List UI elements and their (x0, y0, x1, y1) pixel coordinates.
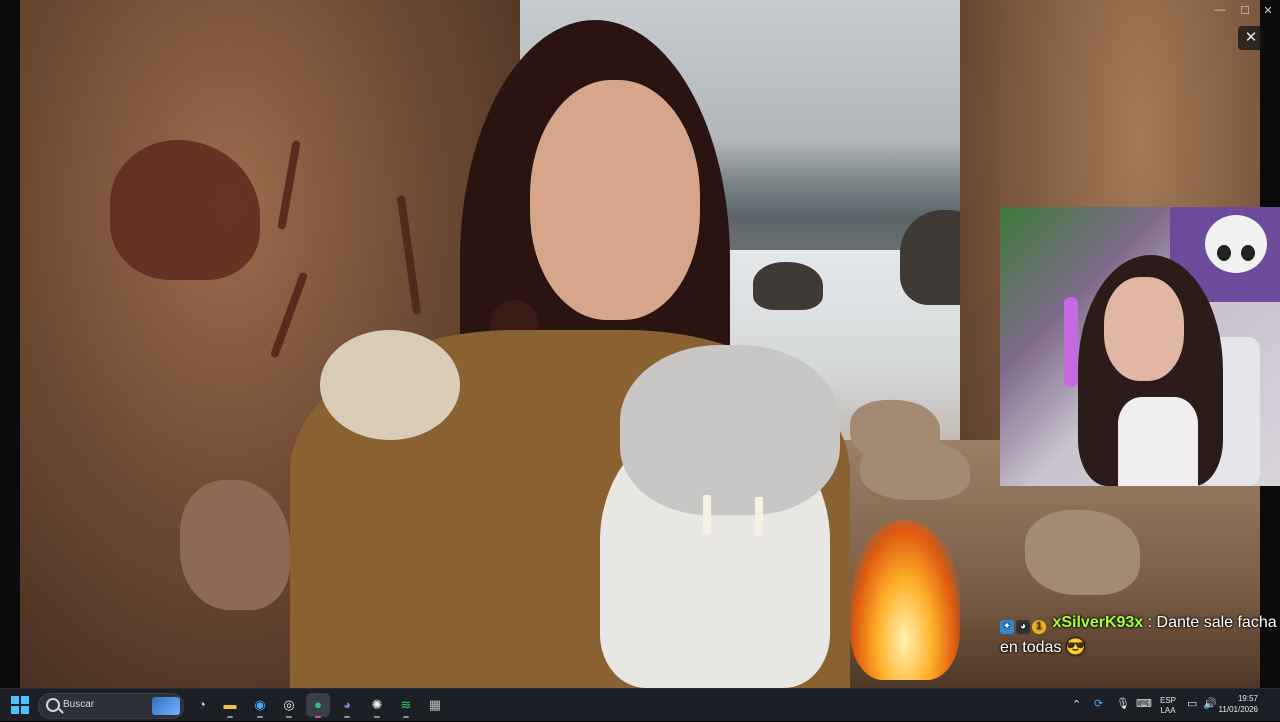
chrome-icon: ◉ (254, 697, 266, 712)
rock (1025, 510, 1140, 595)
sync-icon[interactable]: ⟳ (1094, 697, 1103, 710)
settings-icon: ✺ (371, 697, 383, 712)
sub-badge-icon: 1 (1032, 620, 1046, 634)
chat-message: ✦ ◕ 1 xSilverK93x : Dante sale facha en to… (1000, 610, 1280, 660)
file-explorer-button[interactable]: ▬ (218, 693, 242, 718)
microphone-icon[interactable]: 🎙 (1116, 697, 1130, 710)
streamer-top (1118, 397, 1198, 486)
app-button[interactable]: ▦ (423, 693, 447, 717)
kitten-fang-right (755, 497, 763, 537)
window-close-button[interactable]: ✕ (1258, 4, 1278, 17)
streamlabs-button[interactable]: ● (306, 693, 330, 718)
led-light (1064, 297, 1078, 387)
maximize-button[interactable]: ☐ (1235, 4, 1255, 17)
volume-icon[interactable]: 🔊 (1203, 697, 1217, 710)
sunglasses-emote-icon: 😎 (1065, 639, 1086, 656)
obs-icon: ◎ (283, 697, 295, 712)
spotify-button[interactable]: ≋ (394, 693, 418, 718)
image-viewer-window: — ☐ ✕ ✕ ✦ ◕ 1 xSilverK93x : Dante sale fac… (0, 0, 1280, 688)
keyboard-icon[interactable]: ⌨ (1136, 697, 1152, 710)
language-indicator[interactable]: ESP LAA (1160, 696, 1176, 716)
search-icon (46, 698, 60, 712)
spotify-icon: ≋ (400, 697, 412, 712)
fur-shoulder (320, 330, 460, 440)
close-viewer-button[interactable]: ✕ (1238, 26, 1264, 50)
discord-button[interactable]: ◕ (335, 693, 359, 718)
network-icon[interactable]: ▭ (1187, 697, 1197, 710)
clock-time: 19:57 (1237, 694, 1258, 703)
widgets-button[interactable]: ◔ (190, 693, 214, 717)
obs-button[interactable]: ◎ (277, 693, 301, 718)
partner-badge-icon: ✦ (1000, 620, 1014, 634)
keyboard-layout: LAA (1160, 706, 1176, 715)
language-code: ESP (1160, 696, 1177, 705)
campfire (850, 520, 960, 680)
settings-button[interactable]: ✺ (365, 693, 389, 718)
app-icon: ▦ (428, 697, 442, 712)
streamlabs-icon: ● (314, 697, 322, 712)
taskbar-search[interactable]: Buscar (38, 693, 184, 719)
kitten-fang-left (703, 495, 711, 535)
chrome-button[interactable]: ◉ (248, 693, 272, 718)
windows-logo-icon (11, 696, 29, 714)
start-button[interactable] (8, 693, 32, 717)
search-highlight-image (152, 697, 180, 715)
discord-icon: ◕ (343, 697, 351, 712)
sabertooth-kitten-head (620, 345, 840, 515)
cat-badge-icon: ◕ (1016, 620, 1030, 634)
woman-face (530, 80, 700, 320)
streamer-face (1104, 277, 1184, 381)
windows-taskbar: Buscar ◔ ▬ ◉ ◎ ● ◕ ✺ ≋ ▦ ⌃ ⟳ 🎙 ⌨ ESP LAA… (0, 688, 1280, 721)
streamer-webcam (1000, 207, 1280, 486)
rock (860, 440, 970, 500)
chat-message-line2: en todas (1000, 639, 1062, 656)
chat-message-line1: Dante sale facha (1156, 614, 1277, 631)
chat-username: xSilverK93x (1052, 614, 1144, 631)
clock[interactable]: 19:57 11/01/2026 (1219, 693, 1258, 715)
panda-logo (1205, 215, 1267, 273)
chat-separator: : (1147, 614, 1153, 631)
clock-date: 11/01/2026 (1218, 705, 1258, 714)
show-hidden-icons-button[interactable]: ⌃ (1072, 698, 1081, 711)
widgets-icon: ◔ (198, 697, 206, 712)
rock (180, 480, 290, 610)
search-placeholder: Buscar (63, 699, 95, 710)
mammoth-small (753, 262, 823, 310)
minimize-button[interactable]: — (1210, 4, 1230, 16)
file-explorer-icon: ▬ (223, 697, 237, 712)
